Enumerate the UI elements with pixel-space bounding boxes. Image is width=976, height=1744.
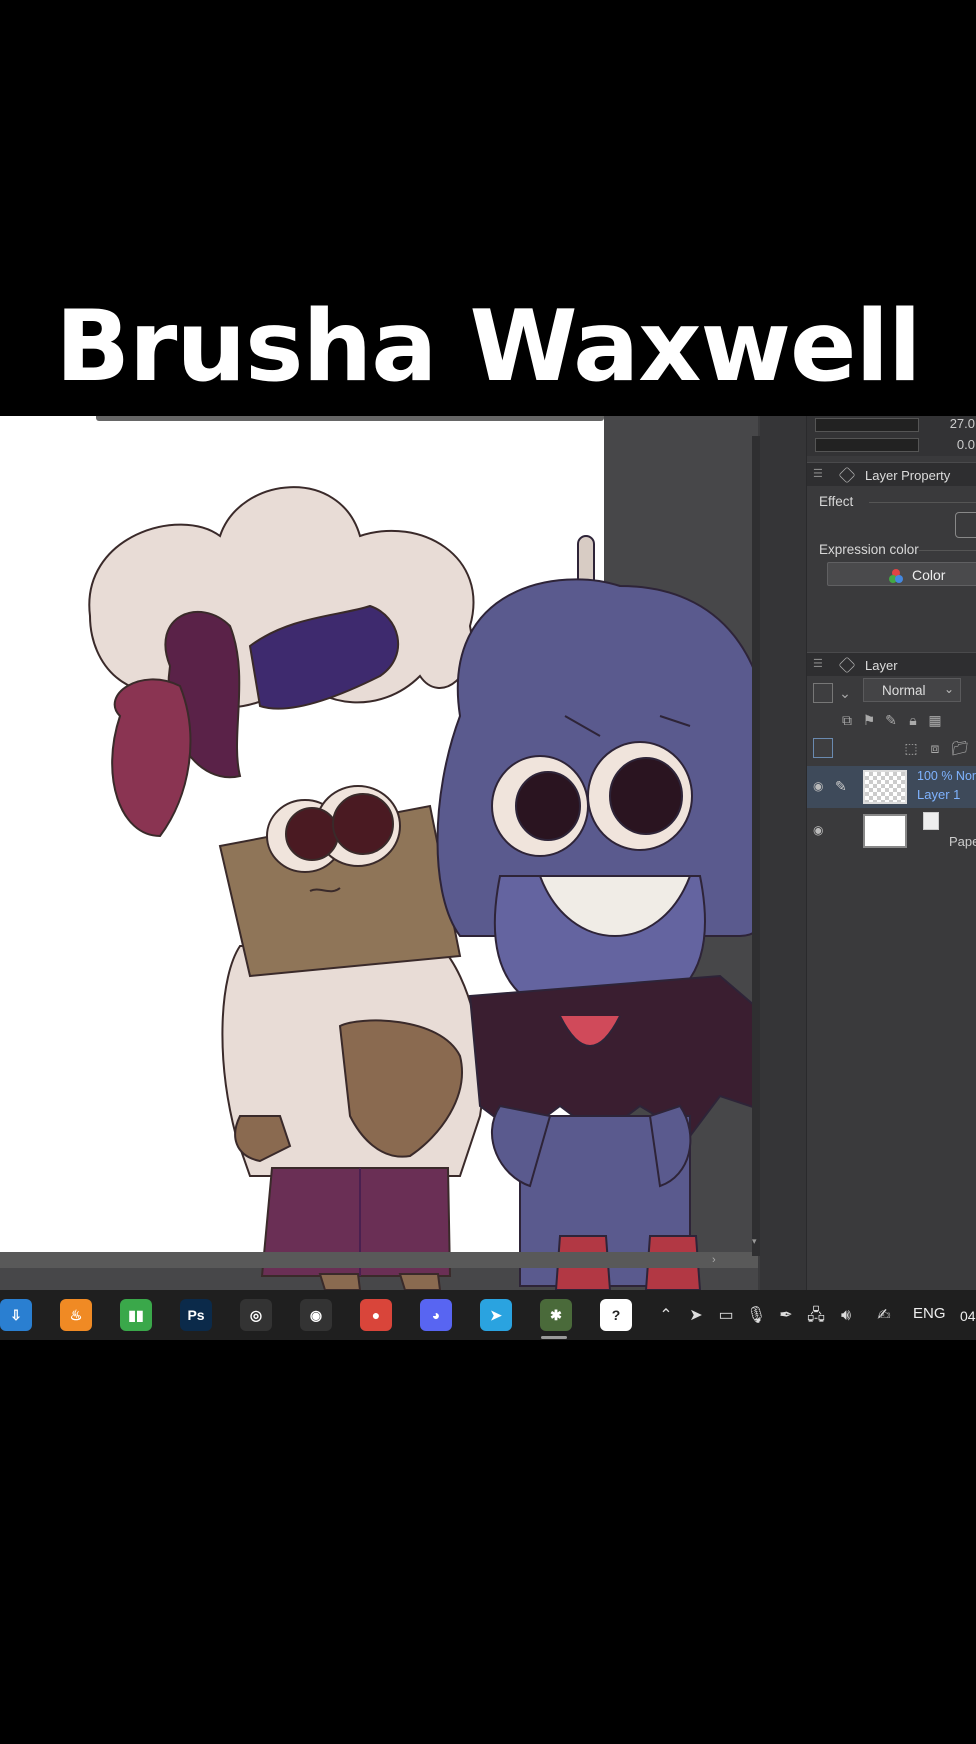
windows-taskbar: ⇩ ♨ ▮▮ Ps ◎ ◉ ● ◕ ➤ ✱? ⌃ ➤ ▭ 🎙︎ ✒ 🖧︎ 🔊︎ ✍︎ ENG 04: [0, 1290, 976, 1340]
eye-icon[interactable]: ◉: [813, 780, 831, 792]
layer-panel-menu-icon[interactable]: [813, 738, 833, 758]
discord-icon[interactable]: ◕: [420, 1299, 452, 1331]
resolve-icon[interactable]: ◎: [240, 1299, 272, 1331]
clock[interactable]: 04: [960, 1308, 976, 1324]
layer-property-icon: [838, 466, 856, 484]
stylus-icon[interactable]: ✍︎: [874, 1306, 894, 1326]
network-icon[interactable]: 🖧︎: [806, 1306, 826, 1326]
chrome-icon[interactable]: ●: [360, 1299, 392, 1331]
panel-separator: [760, 416, 806, 1290]
chevron-down-icon[interactable]: ⌄: [837, 685, 853, 701]
new-vector-layer-icon[interactable]: ⧈: [927, 740, 943, 756]
layer-mode-toggle[interactable]: [813, 683, 833, 703]
slider-2-value: 0.0: [956, 437, 975, 452]
left-character: [88, 486, 484, 1290]
clip-studio-icon[interactable]: ?: [600, 1299, 632, 1331]
expression-divider: [919, 550, 976, 551]
tab-layer-label: Layer: [865, 658, 898, 673]
expression-color-label: Expression color: [819, 542, 919, 557]
meet-icon[interactable]: ▭: [716, 1306, 736, 1326]
horizontal-scrollbar[interactable]: [0, 1252, 758, 1268]
game-app-icon[interactable]: ✱: [540, 1299, 572, 1331]
lock-icon[interactable]: 🔒︎: [905, 712, 921, 728]
new-raster-layer-icon[interactable]: ⬚: [903, 740, 919, 756]
downloader-icon[interactable]: ⇩: [0, 1299, 32, 1331]
layer-thumbnail: [863, 814, 907, 848]
color-button-label: Color: [912, 567, 946, 583]
right-character: [436, 535, 758, 1290]
layer-opacity-mode: 100 % Nor: [917, 769, 976, 783]
volume-icon[interactable]: 🔊︎: [836, 1306, 856, 1326]
character-artwork: [88, 486, 758, 1290]
right-panel: 27.0 0.0 ☰ Layer Property Effect Express…: [806, 416, 976, 1290]
layer-name: Pape: [949, 834, 976, 849]
effect-divider: [869, 502, 976, 503]
fl-studio-icon[interactable]: ♨: [60, 1299, 92, 1331]
slider-2[interactable]: [815, 438, 919, 452]
color-dots-icon: [889, 569, 903, 583]
new-folder-icon[interactable]: 📁︎: [951, 740, 969, 756]
blend-mode-value: Normal: [882, 683, 926, 698]
slider-section: 27.0 0.0: [807, 416, 976, 456]
chevron-up-icon[interactable]: ⌃: [656, 1306, 676, 1326]
blend-mode-select[interactable]: Normal ⌄: [863, 678, 961, 702]
grip-icon: ☰: [813, 468, 823, 480]
tab-layer-property-label: Layer Property: [865, 468, 951, 483]
eye-icon[interactable]: ◉: [813, 824, 831, 836]
screen-capture: › ▾ 27.0 0.0 ☰ Layer Property Effect Exp…: [0, 416, 976, 1340]
grip-icon: ☰: [813, 658, 823, 670]
scroll-right-arrow[interactable]: ›: [712, 1254, 724, 1266]
green-app-icon[interactable]: ▮▮: [120, 1299, 152, 1331]
draft-icon[interactable]: ✎: [883, 712, 899, 728]
active-app-indicator: [541, 1336, 567, 1339]
input-language[interactable]: ENG: [913, 1305, 946, 1322]
paper-icon: [923, 812, 939, 830]
telegram-icon[interactable]: ➤: [480, 1299, 512, 1331]
telegram-tray-icon[interactable]: ➤: [686, 1306, 706, 1326]
pen-icon: ✎: [835, 778, 847, 794]
canvas-area[interactable]: › ▾: [0, 416, 760, 1290]
layer-row-paper[interactable]: ◉ Pape: [807, 810, 976, 852]
photoshop-icon[interactable]: Ps: [180, 1299, 212, 1331]
obs-icon[interactable]: ◉: [300, 1299, 332, 1331]
pen-icon[interactable]: ✒: [776, 1306, 796, 1326]
slider-1-value: 27.0: [949, 416, 975, 431]
effect-label: Effect: [819, 494, 854, 509]
slider-1[interactable]: [815, 418, 919, 432]
lock-transparency-icon[interactable]: ▦: [927, 712, 943, 728]
chevron-down-icon: ⌄: [943, 682, 954, 696]
layer-row-layer-1[interactable]: ◉ ✎ 100 % Nor Layer 1: [807, 766, 976, 808]
layer-name: Layer 1: [917, 787, 961, 802]
layer-thumbnail: [863, 770, 907, 804]
video-caption: Brusha Waxwell: [55, 290, 921, 404]
clipping-icon[interactable]: ⧉: [839, 712, 855, 728]
tab-layer[interactable]: ☰ Layer: [807, 652, 976, 676]
layer-icon: [838, 656, 856, 674]
tab-layer-property[interactable]: ☰ Layer Property: [807, 462, 976, 486]
effect-border-icon[interactable]: [955, 512, 976, 538]
reference-icon[interactable]: ⚑: [861, 712, 877, 728]
microphone-icon[interactable]: 🎙︎: [746, 1306, 766, 1326]
vertical-scrollbar[interactable]: [752, 436, 760, 1256]
color-button[interactable]: Color: [827, 562, 976, 586]
